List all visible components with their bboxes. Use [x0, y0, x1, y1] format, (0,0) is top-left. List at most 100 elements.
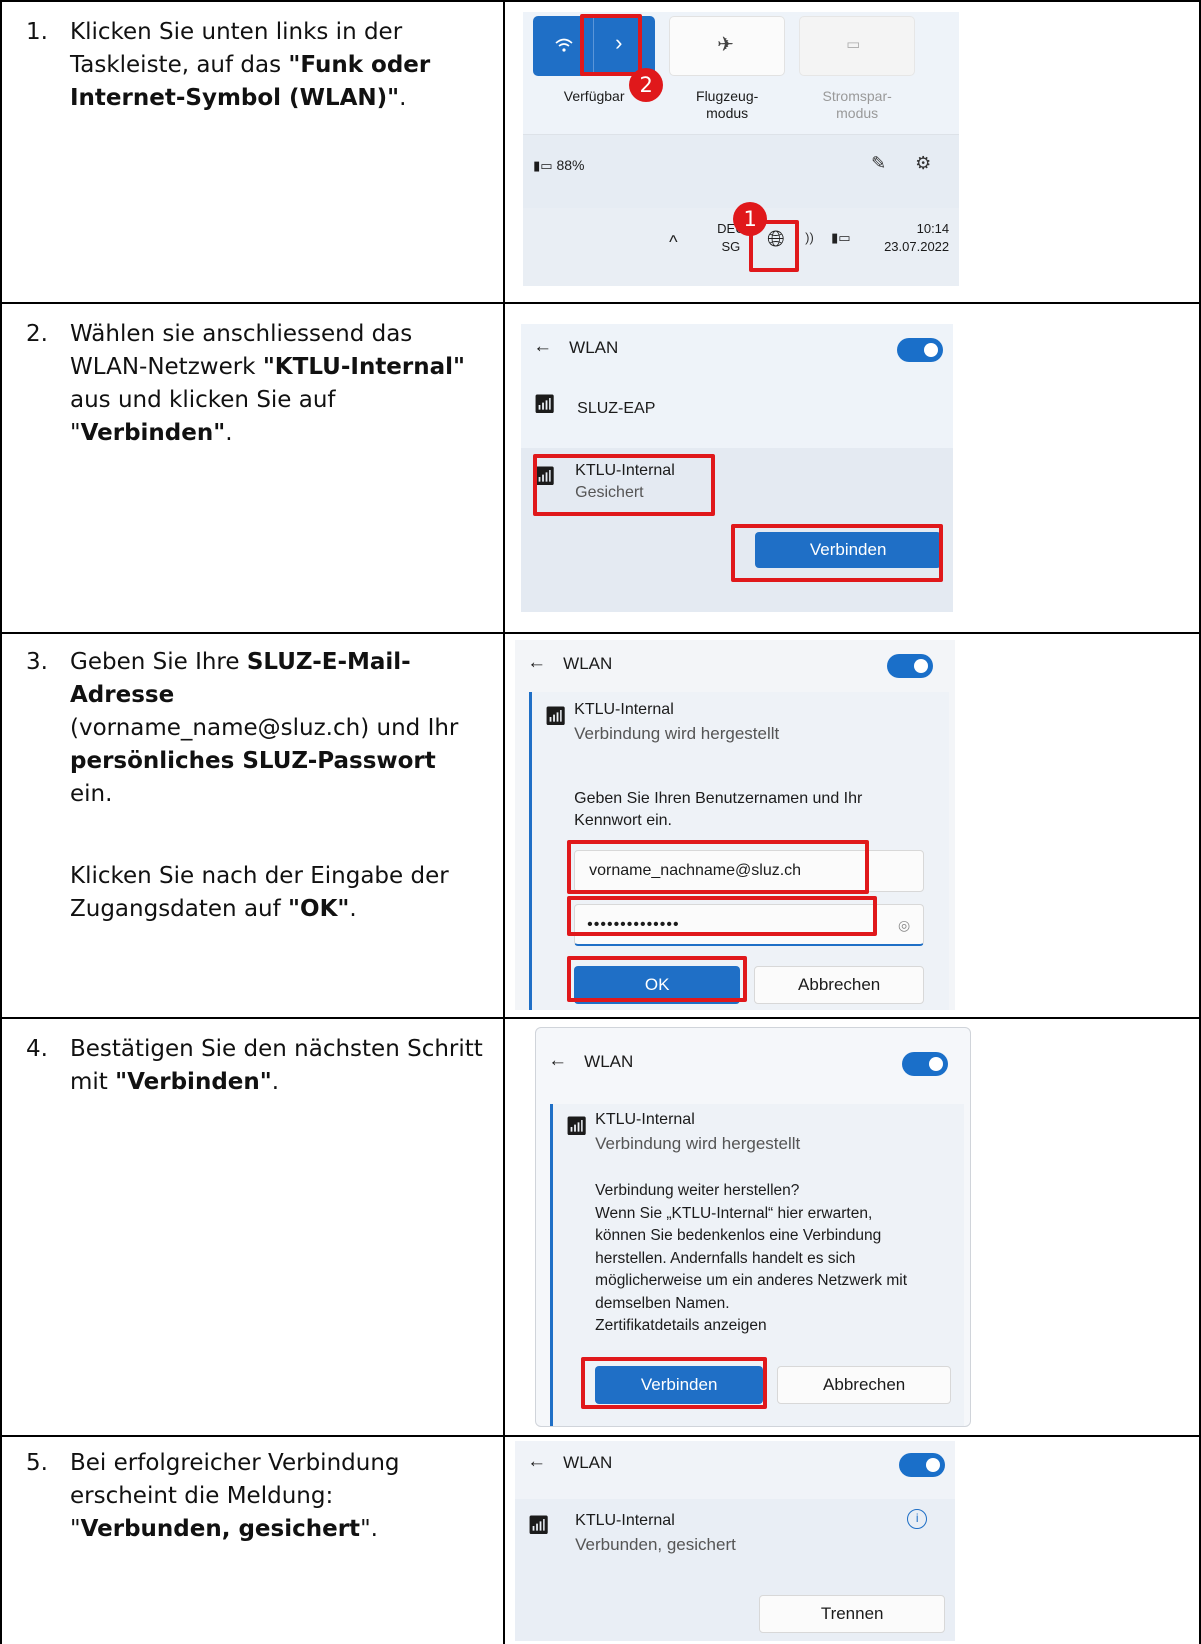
reveal-password-icon[interactable]: ◎	[898, 905, 911, 945]
back-arrow-icon[interactable]: ←	[527, 1451, 546, 1473]
network-status: Verbindung wird hergestellt	[595, 1134, 801, 1153]
text-part: Geben Sie Ihre	[70, 649, 247, 675]
step-number: 4.	[26, 1036, 48, 1062]
wlan-toggle[interactable]	[897, 338, 944, 362]
network-status: Verbunden, gesichert	[575, 1535, 736, 1554]
cancel-button[interactable]: Abbrechen	[777, 1366, 952, 1404]
cancel-button[interactable]: Abbrechen	[754, 966, 925, 1004]
wifi-lock-icon: 📶︎	[544, 706, 568, 726]
highlight-connect-box	[731, 524, 944, 582]
airplane-icon: ✈	[717, 34, 734, 56]
step-row-2: 2. Wählen sie anschliessend das WLAN-Net…	[0, 302, 1201, 634]
speaker-icon[interactable]: ))	[805, 230, 814, 245]
steps-table: 1. Klicken Sie unten links in der Taskle…	[0, 0, 1201, 1644]
step-row-3: 3. Geben Sie Ihre SLUZ-E-Mail-Adresse (v…	[0, 632, 1201, 1019]
language-region: SG	[721, 239, 741, 254]
edit-icon[interactable]: ✎	[871, 153, 886, 174]
certificate-message: Verbindung weiter herstellen? Wenn Sie „…	[595, 1180, 961, 1338]
text-part: ein.	[70, 781, 113, 807]
wifi-icon	[553, 34, 575, 56]
highlight-password-box	[567, 896, 878, 936]
credential-prompt: Geben Sie Ihren Benutzernamen und Ihr Ken…	[574, 788, 862, 832]
text-emphasis: Verbunden, gesichert	[80, 1516, 361, 1542]
info-icon[interactable]: i	[907, 1509, 928, 1529]
step-5-text-cell: 5. Bei erfolgreicher Verbindung erschein…	[0, 1435, 506, 1644]
wifi-lock-icon: 📶︎	[565, 1116, 589, 1136]
message-line: können Sie bedenkenlos eine Verbindung	[595, 1227, 882, 1244]
wlan-toggle[interactable]	[899, 1453, 946, 1477]
gear-icon[interactable]: ⚙	[915, 153, 931, 174]
text-part: .	[349, 896, 357, 922]
step-row-4: 4. Bestätigen Sie den nächsten Schritt m…	[0, 1017, 1201, 1437]
certificate-details-link[interactable]: Zertifikatdetails anzeigen	[595, 1315, 961, 1338]
step-2-screenshot-cell: ← WLAN 📶︎ SLUZ-EAP 📶︎ KTLU-Internal Gesic…	[503, 302, 1201, 634]
highlight-network-box	[533, 454, 716, 516]
highlight-chevron-box	[580, 14, 643, 76]
prompt-line: Geben Sie Ihren Benutzernamen und Ihr	[574, 790, 863, 807]
step-1-screenshot-cell: › Verfügbar ✈ Flugzeug-modus ▭ Stromspar…	[503, 0, 1201, 304]
wlan-toggle[interactable]	[887, 654, 934, 678]
step-3-text-2: Klicken Sie nach der Eingabe der Zugangs…	[70, 860, 470, 926]
chevron-up-icon[interactable]: ^	[669, 232, 677, 253]
message-line: herstellen. Andernfalls handelt es sich	[595, 1249, 856, 1267]
message-line: möglicherweise um ein anderes Netzwerk m…	[595, 1272, 907, 1289]
clock[interactable]: 10:14 23.07.2022	[859, 220, 949, 256]
step-number: 3.	[26, 649, 48, 675]
wifi-lock-icon: 📶︎	[527, 1515, 551, 1535]
text-part: .	[225, 420, 233, 446]
highlight-username-box	[567, 840, 870, 894]
airplane-tile[interactable]: ✈	[669, 16, 786, 76]
text-emphasis: "Verbinden"	[115, 1069, 272, 1095]
back-arrow-icon[interactable]: ←	[533, 336, 552, 358]
step-2-text-cell: 2. Wählen sie anschliessend das WLAN-Net…	[0, 302, 506, 634]
tile-label-battery-saver: Stromspar-modus	[799, 88, 915, 122]
text-emphasis: "KTLU-Internal"	[262, 354, 466, 380]
tile-label-line: Flugzeug-	[696, 88, 759, 104]
battery-saver-icon: ▭	[846, 36, 861, 53]
battery-percent: 88%	[556, 157, 585, 173]
connected-panel: ← WLAN 📶︎ KTLU-Internal Verbunden, gesich…	[515, 1441, 956, 1641]
network-name: KTLU-Internal	[595, 1111, 695, 1128]
wlan-header: WLAN	[563, 654, 613, 673]
battery-readout: ▮▭ 88%	[533, 157, 584, 174]
battery-icon[interactable]: ▮▭	[831, 230, 850, 246]
text-part: ".	[360, 1516, 378, 1542]
text-emphasis: persönliches SLUZ-Passwort	[70, 748, 436, 774]
network-name[interactable]: SLUZ-EAP	[577, 400, 655, 418]
prompt-line: Kennwort ein.	[574, 812, 672, 829]
disconnect-button[interactable]: Trennen	[759, 1595, 946, 1633]
step-3-text: Geben Sie Ihre SLUZ-E-Mail-Adresse (vorn…	[70, 646, 480, 811]
wlan-header: WLAN	[563, 1453, 613, 1472]
tile-label-airplane: Flugzeug-modus	[669, 88, 785, 122]
connected-network-item[interactable]: 📶︎ KTLU-Internal Verbunden, gesichert i T…	[515, 1499, 956, 1641]
instruction-page: 1. Klicken Sie unten links in der Taskle…	[0, 0, 1201, 1644]
network-name: KTLU-Internal	[574, 701, 674, 718]
message-line: Verbindung weiter herstellen?	[595, 1182, 800, 1199]
wlan-header: WLAN	[569, 338, 619, 357]
step-badge-1: 1	[733, 202, 768, 236]
wifi-lock-icon: 📶︎	[533, 394, 557, 414]
step-1-text-cell: 1. Klicken Sie unten links in der Taskle…	[0, 0, 506, 304]
step-number: 1.	[26, 19, 48, 45]
step-number: 2.	[26, 321, 48, 347]
clock-time: 10:14	[916, 221, 950, 236]
tile-label-line: Stromspar-	[822, 88, 892, 104]
text-part: Klicken Sie nach der Eingabe der Zugangs…	[70, 863, 449, 922]
quick-settings-footer: ▮▭ 88% ✎ ⚙	[523, 134, 960, 208]
battery-saver-tile[interactable]: ▭	[799, 16, 916, 76]
back-arrow-icon[interactable]: ←	[527, 652, 546, 674]
network-info: KTLU-Internal Verbindung wird hergestellt	[574, 698, 779, 746]
tile-label-line: modus	[836, 105, 879, 121]
step-4-text-cell: 4. Bestätigen Sie den nächsten Schritt m…	[0, 1017, 506, 1437]
battery-icon: ▮▭	[533, 158, 553, 173]
step-row-1: 1. Klicken Sie unten links in der Taskle…	[0, 0, 1201, 304]
step-row-5: 5. Bei erfolgreicher Verbindung erschein…	[0, 1435, 1201, 1644]
text-part: .	[271, 1069, 280, 1095]
step-4-text: Bestätigen Sie den nächsten Schritt mit …	[70, 1033, 490, 1099]
step-number: 5.	[26, 1450, 48, 1476]
back-arrow-icon[interactable]: ←	[548, 1050, 567, 1072]
text-part: (vorname_name@sluz.ch) und Ihr	[70, 715, 459, 741]
text-part: .	[399, 85, 407, 111]
message-line: Wenn Sie „KTLU-Internal“ hier erwarten,	[595, 1204, 873, 1222]
wlan-toggle[interactable]	[902, 1052, 949, 1076]
